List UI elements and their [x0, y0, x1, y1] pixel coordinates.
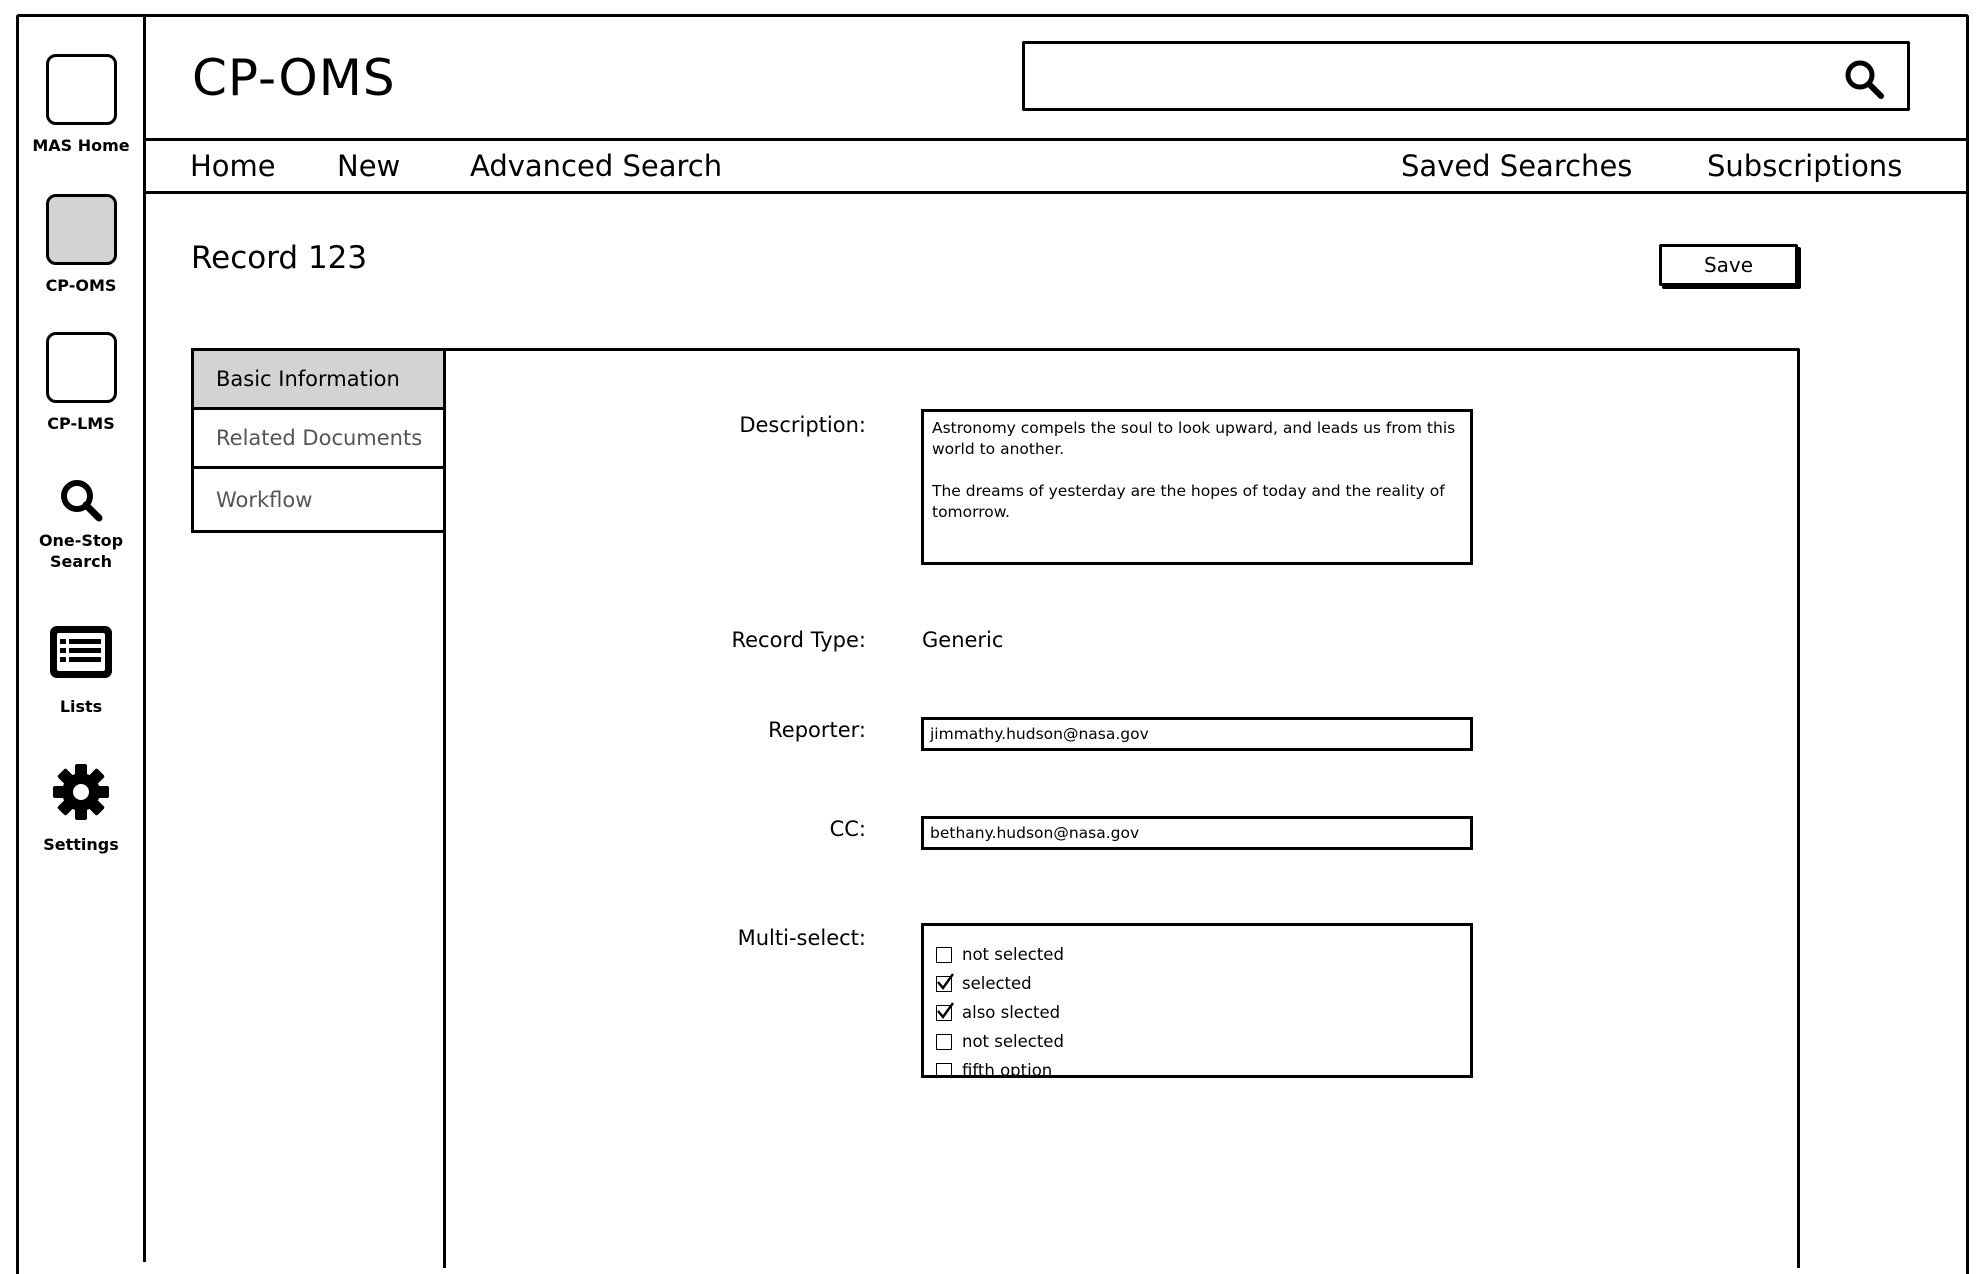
option-label: selected	[962, 974, 1032, 993]
option-label: also slected	[962, 1003, 1061, 1022]
app-rail: MAS Home CP-OMS CP-LMS One-Stop Search L…	[16, 14, 146, 1262]
rail-item-cp-lms[interactable]: CP-LMS	[16, 332, 146, 434]
rail-item-one-stop-search[interactable]: One-Stop Search	[16, 476, 146, 572]
nav-home[interactable]: Home	[190, 148, 276, 184]
rail-item-cp-oms[interactable]: CP-OMS	[16, 194, 146, 296]
option-label: fifth option	[962, 1061, 1053, 1078]
checkbox-unchecked[interactable]	[936, 1033, 952, 1050]
rail-item-settings[interactable]: Settings	[16, 762, 146, 855]
reporter-label: Reporter:	[768, 718, 866, 742]
magnifier-icon	[61, 480, 103, 522]
tab-related-documents[interactable]: Related Documents	[191, 407, 446, 469]
nav-new[interactable]: New	[337, 148, 400, 184]
record-type-value: Generic	[922, 628, 1004, 652]
save-button[interactable]: Save	[1659, 244, 1798, 286]
global-search-input[interactable]	[1022, 41, 1910, 111]
cp-oms-app-icon	[45, 194, 117, 265]
list-icon	[50, 626, 112, 678]
tab-workflow[interactable]: Workflow	[191, 466, 446, 533]
record-type-label: Record Type:	[731, 628, 866, 652]
page-title: Record 123	[191, 240, 368, 276]
checkbox-checked[interactable]	[936, 1001, 954, 1021]
option-label: not selected	[962, 945, 1064, 964]
description-label: Description:	[739, 413, 866, 437]
checkbox-unchecked[interactable]	[936, 1062, 952, 1075]
rail-item-lists[interactable]: Lists	[16, 624, 146, 717]
checkmark-icon	[937, 972, 954, 990]
rail-label: CP-LMS	[47, 414, 115, 433]
checkmark-icon	[937, 1001, 954, 1019]
rail-label: Settings	[43, 835, 119, 854]
rail-label: MAS Home	[32, 136, 130, 155]
rail-label: Lists	[59, 697, 103, 716]
search-icon[interactable]	[1843, 58, 1885, 100]
multi-select-option[interactable]: not selected	[924, 1027, 1470, 1056]
top-navigation: Home New Advanced Search Saved Searches …	[146, 138, 1969, 194]
record-tabs: Basic Information Related Documents Work…	[191, 348, 446, 1268]
nav-saved-searches[interactable]: Saved Searches	[1401, 148, 1632, 184]
multi-select-label: Multi-select:	[737, 926, 866, 950]
multi-select-option[interactable]: selected	[924, 969, 1470, 998]
app-title: CP-OMS	[192, 49, 396, 107]
nav-advanced-search[interactable]: Advanced Search	[470, 148, 722, 184]
multi-select-list: not selected selected also slected not s…	[921, 923, 1473, 1078]
description-textarea[interactable]: Astronomy compels the soul to look upwar…	[921, 409, 1473, 565]
multi-select-option[interactable]: not selected	[924, 940, 1470, 969]
checkbox-checked[interactable]	[936, 972, 954, 992]
mas-home-app-icon	[45, 54, 117, 125]
cc-field[interactable]: bethany.hudson@nasa.gov	[921, 816, 1473, 850]
checkbox-unchecked[interactable]	[936, 946, 952, 963]
rail-label: One-Stop Search	[38, 531, 124, 571]
option-label: not selected	[962, 1032, 1064, 1051]
cc-label: CC:	[829, 817, 866, 841]
gear-icon	[53, 764, 109, 820]
rail-item-mas-home[interactable]: MAS Home	[16, 54, 146, 156]
nav-subscriptions[interactable]: Subscriptions	[1707, 148, 1902, 184]
multi-select-option[interactable]: also slected	[924, 998, 1470, 1027]
reporter-field[interactable]: jimmathy.hudson@nasa.gov	[921, 717, 1473, 751]
cp-lms-app-icon	[45, 332, 117, 403]
multi-select-option[interactable]: fifth option	[924, 1056, 1470, 1078]
tab-basic-information[interactable]: Basic Information	[191, 348, 446, 410]
rail-label: CP-OMS	[45, 276, 117, 295]
